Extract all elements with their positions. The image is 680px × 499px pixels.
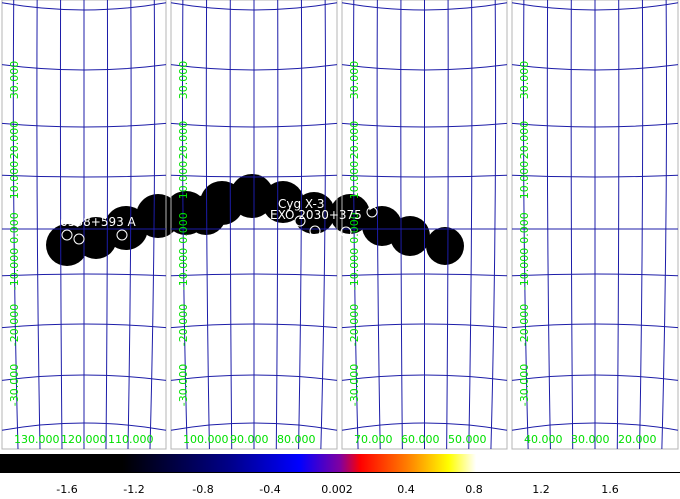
colorbar-gradient — [0, 454, 680, 473]
ra-label: 50.000 — [448, 433, 487, 446]
colorbar-tick-label: 0.8 — [465, 483, 483, 496]
colorbar: -1.6 -1.2 -0.8 -0.4 0.002 0.4 0.8 1.2 1.6 — [0, 454, 680, 499]
colorbar-tick-label: 1.6 — [601, 483, 619, 496]
ra-label: 110.000 — [108, 433, 154, 446]
dec-label: 0.000 — [518, 212, 531, 244]
ra-label: 90.000 — [230, 433, 269, 446]
dec-label: 30.000 — [8, 61, 21, 100]
dec-label: -10.000 — [518, 248, 531, 290]
dec-label: -20.000 — [177, 304, 190, 346]
colorbar-tick-label: -0.4 — [259, 483, 281, 496]
colorbar-tick-label: -1.6 — [56, 483, 78, 496]
ra-label: 130.000 — [14, 433, 60, 446]
dec-label: 30.000 — [348, 61, 361, 100]
dec-label: -30.000 — [177, 364, 190, 406]
emission-blob — [426, 227, 464, 265]
ra-label: 20.000 — [618, 433, 657, 446]
ra-label: 100.000 — [183, 433, 229, 446]
colorbar-tick-label: -0.8 — [192, 483, 214, 496]
dec-label: 30.000 — [177, 61, 190, 100]
colorbar-tick-label: 0.002 — [321, 483, 353, 496]
ra-label: 60.000 — [401, 433, 440, 446]
ra-label: 70.000 — [354, 433, 393, 446]
dec-label: 10.000 — [348, 161, 361, 200]
ra-label: 40.000 — [524, 433, 563, 446]
dec-label: 30.000 — [518, 61, 531, 100]
dec-label: -20.000 — [518, 304, 531, 346]
dec-label: 20.000 — [177, 121, 190, 160]
source-label: EXO 2030+375 — [270, 208, 362, 222]
dec-label: -30.000 — [518, 364, 531, 406]
dec-label: -30.000 — [348, 364, 361, 406]
sky-map[interactable]: 30.00020.00010.0000.000-10.000-20.000-30… — [0, 0, 680, 499]
ra-label: 120.000 — [61, 433, 107, 446]
source-label: 4U 0538+593 A — [40, 215, 137, 229]
dec-label: -20.000 — [348, 304, 361, 346]
colorbar-tick-label: 1.2 — [532, 483, 550, 496]
dec-label: 20.000 — [348, 121, 361, 160]
dec-label: -10.000 — [177, 248, 190, 290]
colorbar-tick-label: -1.2 — [123, 483, 145, 496]
dec-label: 10.000 — [8, 161, 21, 200]
dec-label: 20.000 — [8, 121, 21, 160]
dec-label: 20.000 — [518, 121, 531, 160]
dec-label: -10.000 — [348, 248, 361, 290]
dec-label: -20.000 — [8, 304, 21, 346]
dec-label: 10.000 — [518, 161, 531, 200]
ra-label: 80.000 — [277, 433, 316, 446]
dec-label: 10.000 — [177, 161, 190, 200]
dec-label: -30.000 — [8, 364, 21, 406]
colorbar-tick-label: 0.4 — [397, 483, 415, 496]
dec-label: 0.000 — [8, 212, 21, 244]
dec-label: 0.000 — [177, 212, 190, 244]
dec-label: -10.000 — [8, 248, 21, 290]
ra-label: 30.000 — [571, 433, 610, 446]
